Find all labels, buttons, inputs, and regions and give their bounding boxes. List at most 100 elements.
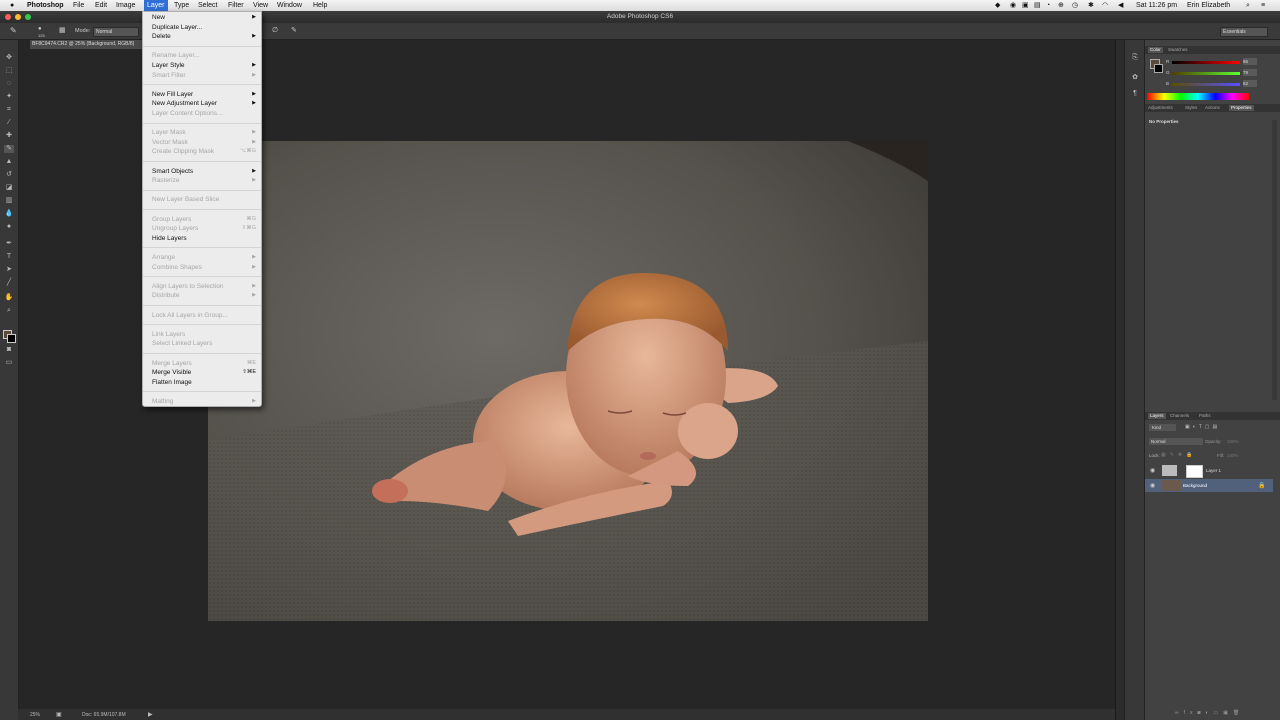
zoom-level[interactable]: 25%	[30, 712, 40, 718]
brush-panel-icon[interactable]: ▦	[59, 26, 66, 34]
green-slider[interactable]	[1172, 72, 1240, 75]
blue-value[interactable]: 62	[1243, 80, 1257, 87]
menu-filter[interactable]: Filter	[228, 1, 244, 10]
menu-image[interactable]: Image	[116, 1, 135, 10]
brush-tool-icon[interactable]: ✎	[10, 26, 17, 35]
clock-text[interactable]: Sat 11:26 pm	[1136, 1, 1177, 10]
red-value[interactable]: 86	[1243, 58, 1257, 65]
color-spectrum-ramp[interactable]	[1147, 93, 1249, 100]
lock-icon[interactable]: 🔒	[1258, 482, 1265, 489]
pen-tool-icon[interactable]: ✒	[4, 240, 14, 248]
properties-scrollbar[interactable]	[1272, 120, 1277, 400]
brush-tool-icon[interactable]: ✎	[4, 145, 14, 153]
zoom-window-button[interactable]	[25, 14, 31, 20]
eye-icon[interactable]: ◉	[1150, 467, 1155, 474]
eyedropper-tool-icon[interactable]: ⁄	[4, 119, 14, 127]
layer-name[interactable]: Background	[1183, 483, 1207, 488]
document-tab[interactable]: BF8C9474.CR2 @ 25% (Background, RGB/8)	[30, 40, 147, 49]
menu-item-new[interactable]: New ▶	[152, 13, 256, 22]
menu-item-layer-style[interactable]: Layer Style ▶	[152, 61, 256, 70]
tab-properties[interactable]: Properties	[1229, 105, 1254, 111]
menu-file[interactable]: File	[73, 1, 84, 10]
move-tool-icon[interactable]: ✥	[4, 54, 14, 62]
volume-icon[interactable]: ◀	[1118, 1, 1123, 10]
dodge-tool-icon[interactable]: ●	[4, 223, 14, 231]
layer-mask-thumbnail[interactable]	[1186, 465, 1203, 478]
menu-window[interactable]: Window	[277, 1, 302, 10]
user-name[interactable]: Erin Elizabeth	[1187, 1, 1230, 10]
tab-color[interactable]: Color	[1148, 47, 1163, 53]
history-brush-tool-icon[interactable]: ↺	[4, 171, 14, 179]
clone-stamp-tool-icon[interactable]: ▲	[4, 158, 14, 166]
tab-channels[interactable]: Channels	[1170, 413, 1189, 419]
layer-name[interactable]: Layer 1	[1206, 468, 1221, 473]
layer-row[interactable]: ◉ Layer 1	[1145, 464, 1273, 478]
layer-row-selected[interactable]: ◉ Background 🔒	[1145, 479, 1273, 492]
status-icon-4[interactable]: ◔	[1046, 1, 1050, 10]
zoom-tool-icon[interactable]: ⌕	[4, 307, 14, 315]
menu-item-new-adjustment-layer[interactable]: New Adjustment Layer ▶	[152, 99, 256, 108]
gradient-tool-icon[interactable]: ▥	[4, 197, 14, 205]
lock-icons[interactable]: ▦✎✥🔒	[1161, 452, 1196, 458]
layers-footer-icons[interactable]: ∞fx◙◐▭▣🗑	[1175, 710, 1275, 718]
quick-mask-icon[interactable]: ◙	[4, 346, 14, 354]
healing-brush-tool-icon[interactable]: ✚	[4, 132, 14, 140]
time-machine-icon[interactable]: ◷	[1072, 1, 1078, 10]
tab-adjustments[interactable]: Adjustments	[1148, 105, 1173, 111]
bg-color-chip[interactable]	[1154, 64, 1163, 73]
character-panel-icon[interactable]: ¶	[1130, 90, 1140, 98]
eye-icon[interactable]: ◉	[1150, 482, 1155, 489]
workspace-select[interactable]: Essentials	[1220, 27, 1268, 37]
blend-mode-select[interactable]: Normal	[1149, 438, 1203, 445]
blue-slider[interactable]	[1172, 83, 1240, 86]
menu-edit[interactable]: Edit	[95, 1, 107, 10]
notifications-icon[interactable]: ≡	[1261, 1, 1265, 10]
blur-tool-icon[interactable]: 💧	[4, 210, 14, 218]
menu-item-delete[interactable]: Delete ▶	[152, 32, 256, 41]
menu-item-merge-visible[interactable]: Merge Visible ⇧⌘E	[152, 368, 256, 377]
menu-view[interactable]: View	[253, 1, 268, 10]
dropbox-icon[interactable]: ◆	[995, 1, 1000, 10]
pressure-size-icon[interactable]: ✎	[291, 26, 297, 34]
hand-tool-icon[interactable]: ✋	[4, 294, 14, 302]
apple-icon[interactable]: ●	[10, 1, 14, 10]
green-value[interactable]: 79	[1243, 69, 1257, 76]
crop-tool-icon[interactable]: ⌗	[4, 106, 14, 114]
close-window-button[interactable]	[5, 14, 11, 20]
brush-presets-icon[interactable]: ✿	[1130, 74, 1140, 82]
tab-layers[interactable]: Layers	[1148, 413, 1166, 419]
path-selection-tool-icon[interactable]: ➤	[4, 266, 14, 274]
shape-tool-icon[interactable]: ╱	[4, 279, 14, 287]
mode-select[interactable]: Normal	[93, 27, 139, 37]
bluetooth-icon[interactable]: ✱	[1088, 1, 1094, 10]
status-icon-2[interactable]: ▣	[1022, 1, 1029, 10]
airbrush-icon[interactable]: ∅	[272, 26, 278, 34]
history-panel-icon[interactable]: ⎘	[1130, 54, 1140, 62]
screen-mode-icon[interactable]: ▭	[4, 359, 14, 367]
menu-select[interactable]: Select	[198, 1, 217, 10]
status-menu-arrow-icon[interactable]: ▶	[148, 711, 153, 718]
tab-styles[interactable]: Styles	[1185, 105, 1197, 111]
tab-paths[interactable]: Paths	[1199, 413, 1211, 419]
status-icon[interactable]: ▣	[56, 711, 62, 718]
menu-item-flatten-image[interactable]: Flatten Image	[152, 378, 256, 387]
document-canvas-photo[interactable]	[208, 141, 928, 621]
status-icon-3[interactable]: ▤	[1034, 1, 1041, 10]
fill-value[interactable]: 100%	[1227, 453, 1239, 458]
menu-layer[interactable]: Layer	[144, 0, 168, 11]
menu-item-duplicate-layer[interactable]: Duplicate Layer...	[152, 23, 256, 32]
background-color-swatch[interactable]	[7, 334, 16, 343]
wifi-icon[interactable]: ◠	[1102, 1, 1108, 10]
red-slider[interactable]	[1172, 61, 1240, 64]
tab-swatches[interactable]: Swatches	[1168, 47, 1188, 53]
tab-actions[interactable]: Actions	[1205, 105, 1220, 111]
marquee-tool-icon[interactable]: ⬚	[4, 67, 14, 75]
type-tool-icon[interactable]: T	[4, 253, 14, 261]
menu-type[interactable]: Type	[174, 1, 189, 10]
minimize-window-button[interactable]	[15, 14, 21, 20]
status-icon[interactable]: ◉	[1010, 1, 1016, 10]
status-icon-5[interactable]: ⊕	[1058, 1, 1064, 10]
layer-filter-icons[interactable]: ▣◐T▢▤	[1185, 424, 1247, 431]
spotlight-icon[interactable]: ⌕	[1246, 1, 1250, 10]
opacity-value[interactable]: 100%	[1227, 439, 1239, 444]
